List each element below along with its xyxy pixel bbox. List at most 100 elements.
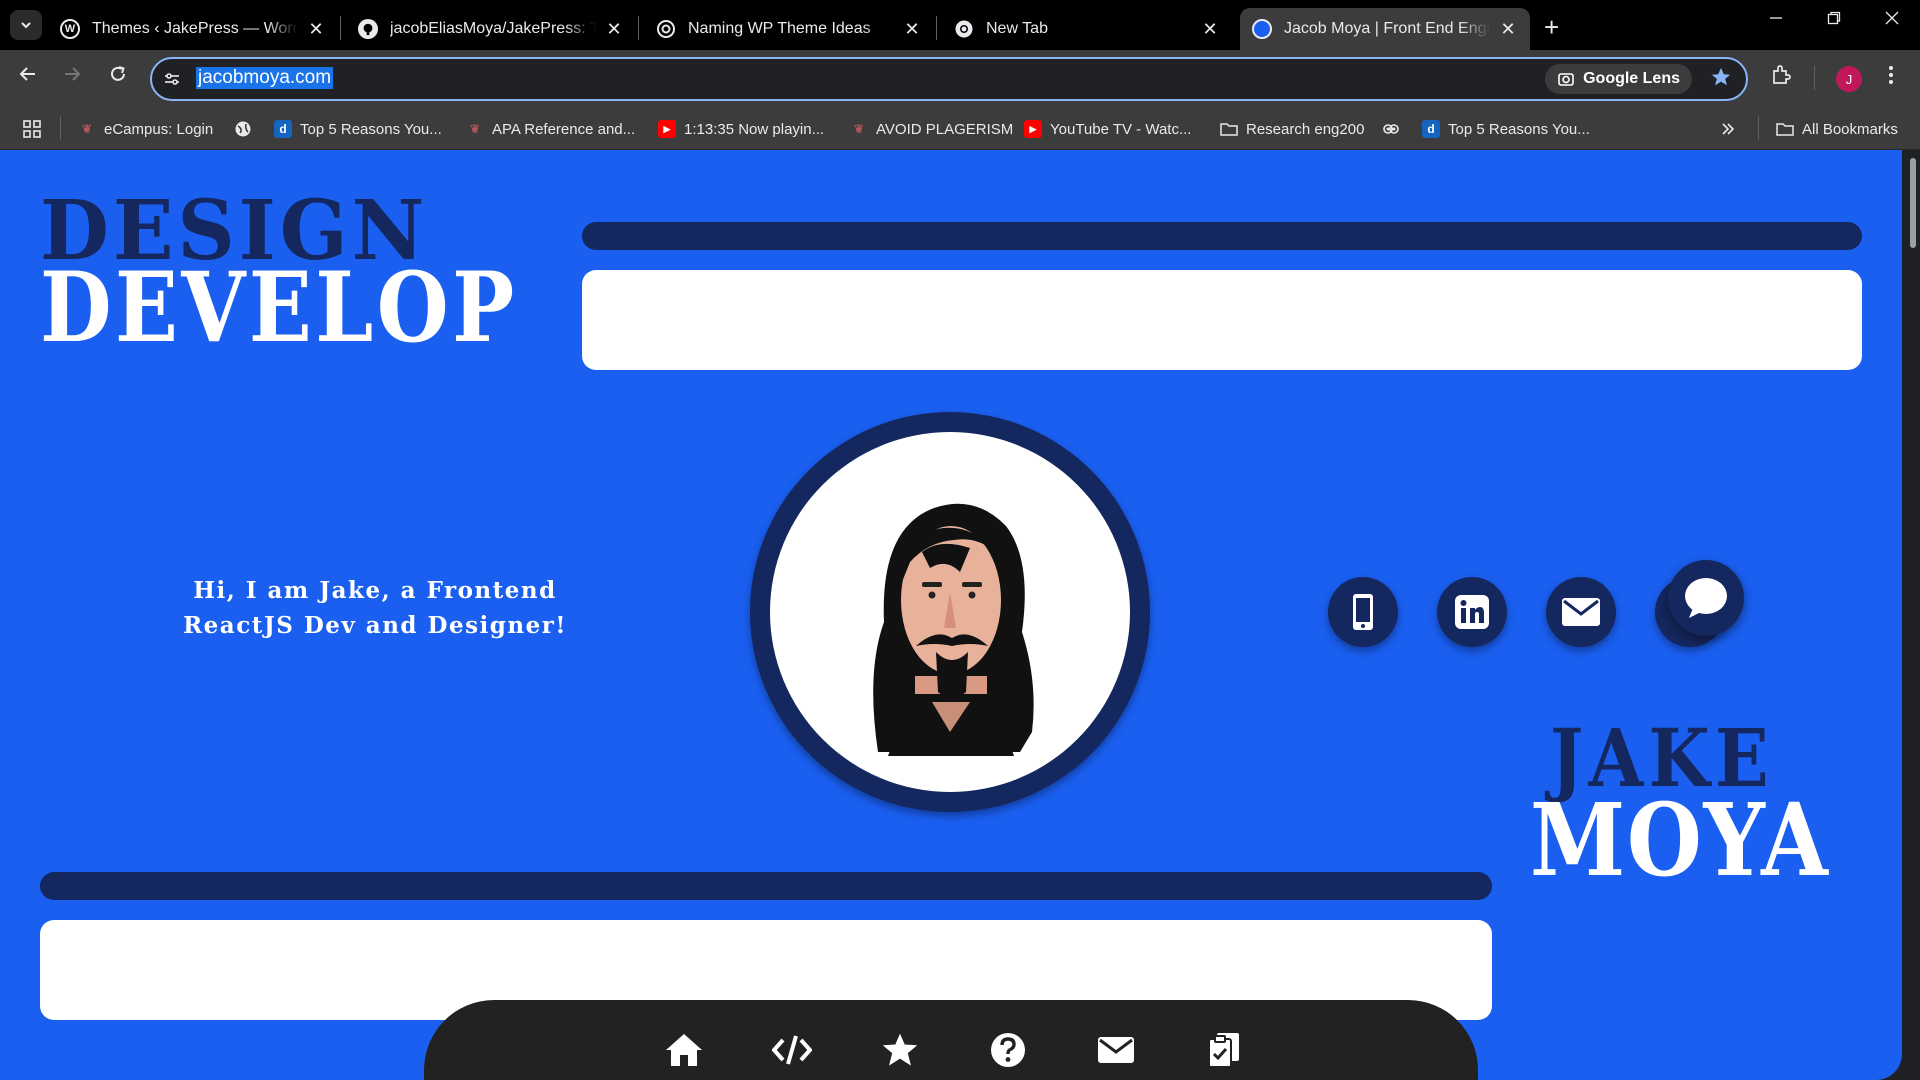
bottom-nav-dock: [424, 1000, 1478, 1080]
github-icon: [358, 19, 378, 39]
restore-button[interactable]: [1826, 10, 1842, 31]
home-icon: [666, 1034, 702, 1066]
mail-icon: [1098, 1037, 1134, 1063]
bookmark-label: Top 5 Reasons You...: [1448, 120, 1590, 138]
bookmark-now-playing[interactable]: ▶ 1:13:35 Now playin...: [658, 116, 824, 142]
close-tab-icon[interactable]: ✕: [1200, 19, 1220, 40]
nav-star-button[interactable]: [878, 1028, 922, 1072]
globe-icon: [234, 120, 252, 138]
page-viewport: DESIGN DEVELOP Hi, I am Jake, a Frontend…: [0, 150, 1920, 1080]
bookmark-apa-reference[interactable]: ❦ APA Reference and...: [466, 116, 635, 142]
intro-text: Hi, I am Jake, a Frontend ReactJS Dev an…: [183, 577, 567, 639]
chrome-icon: [954, 19, 974, 39]
site-info-icon[interactable]: [162, 69, 182, 89]
close-window-button[interactable]: [1884, 10, 1900, 31]
wordpress-icon: W: [60, 19, 80, 39]
clipboard-check-icon: [1208, 1033, 1239, 1068]
ecampus-icon: ❦: [469, 122, 481, 136]
bookmark-top5-reasons[interactable]: d Top 5 Reasons You...: [274, 116, 442, 142]
openai-icon: [656, 19, 676, 39]
bookmark-ecampus-login[interactable]: ❦ eCampus: Login: [78, 116, 213, 142]
ecampus-icon: ❦: [853, 122, 865, 136]
bookmark-separator: [60, 116, 61, 140]
close-tab-icon[interactable]: ✕: [306, 19, 326, 40]
google-lens-button[interactable]: Google Lens: [1545, 64, 1692, 94]
chevron-down-icon: [21, 22, 31, 29]
tab-title: jacobEliasMoya/JakePress: The theme: [390, 20, 596, 37]
arrow-right-icon: [65, 67, 81, 81]
google-lens-label: Google Lens: [1583, 70, 1680, 87]
tab-separator: [936, 16, 937, 40]
kebab-menu-icon[interactable]: [1888, 64, 1894, 92]
profile-avatar[interactable]: J: [1836, 66, 1862, 92]
nav-code-button[interactable]: [770, 1028, 814, 1072]
site-icon: [1252, 19, 1272, 39]
bookmark-label: Top 5 Reasons You...: [300, 120, 442, 138]
tab-search-button[interactable]: [10, 10, 42, 40]
close-icon: [1885, 11, 1899, 25]
tab-title: Naming WP Theme Ideas: [688, 20, 871, 37]
tab-separator: [638, 16, 639, 40]
bookmark-label: All Bookmarks: [1802, 120, 1898, 138]
youtube-icon: ▶: [1024, 120, 1042, 138]
tab-github[interactable]: jacobEliasMoya/JakePress: The theme ✕: [346, 8, 636, 50]
new-tab-button[interactable]: +: [1544, 12, 1559, 43]
nav-resume-button[interactable]: [1202, 1028, 1246, 1072]
browser-toolbar: jacobmoya.com Google Lens J: [0, 50, 1920, 108]
bookmark-globe[interactable]: [234, 116, 252, 142]
avatar-frame: [770, 432, 1130, 792]
nav-home-button[interactable]: [662, 1028, 706, 1072]
bookmark-youtube-tv[interactable]: ▶ YouTube TV - Watc...: [1024, 116, 1191, 142]
tab-new-tab[interactable]: New Tab ✕: [942, 8, 1232, 50]
phone-icon: [1353, 594, 1373, 630]
reload-icon: [111, 66, 125, 81]
bookmark-label: Research eng200: [1246, 120, 1365, 138]
url-text[interactable]: jacobmoya.com: [196, 67, 334, 89]
camera-lens-icon: [1558, 73, 1574, 86]
forward-button[interactable]: [58, 64, 86, 90]
more-bookmarks-button[interactable]: [1720, 116, 1736, 142]
tab-jacob-moya[interactable]: Jacob Moya | Front End Engineer ✕: [1240, 8, 1530, 50]
email-icon: [1562, 598, 1600, 626]
all-bookmarks-button[interactable]: All Bookmarks: [1776, 116, 1898, 142]
close-tab-icon[interactable]: ✕: [902, 19, 922, 40]
top-white-card: [582, 270, 1862, 370]
d-icon: d: [1422, 120, 1440, 138]
extensions-icon[interactable]: [1770, 64, 1792, 92]
page-scrollbar[interactable]: [1910, 158, 1916, 248]
tab-naming-ideas[interactable]: Naming WP Theme Ideas ✕: [644, 8, 934, 50]
apps-button[interactable]: [22, 116, 42, 142]
portfolio-page: DESIGN DEVELOP Hi, I am Jake, a Frontend…: [0, 150, 1902, 1080]
close-tab-icon[interactable]: ✕: [604, 19, 624, 40]
chat-button[interactable]: [1668, 560, 1744, 636]
close-tab-icon[interactable]: ✕: [1498, 19, 1518, 40]
nav-help-button[interactable]: [986, 1028, 1030, 1072]
email-button[interactable]: [1546, 577, 1616, 647]
tab-title: Themes ‹ JakePress — WordPress: [92, 20, 298, 37]
bookmark-star-icon[interactable]: [1710, 66, 1732, 94]
folder-icon: [1220, 120, 1238, 138]
address-bar[interactable]: jacobmoya.com Google Lens: [150, 57, 1748, 101]
avatar: [750, 412, 1150, 812]
minimize-button[interactable]: [1768, 10, 1784, 31]
owl-icon: [1382, 120, 1400, 138]
code-icon: [772, 1035, 812, 1065]
tab-title: New Tab: [986, 20, 1048, 37]
arrow-left-icon: [19, 67, 35, 81]
bookmark-label: 1:13:35 Now playin...: [684, 120, 825, 138]
bookmark-label: AVOID PLAGERISM: [876, 120, 1014, 138]
reload-button[interactable]: [104, 64, 132, 90]
minimize-icon: [1770, 17, 1782, 19]
phone-button[interactable]: [1328, 577, 1398, 647]
tab-wordpress-themes[interactable]: W Themes ‹ JakePress — WordPress ✕: [48, 8, 338, 50]
bookmark-folder-research[interactable]: Research eng200: [1220, 116, 1364, 142]
linkedin-button[interactable]: [1437, 577, 1507, 647]
bookmark-avoid-plagerism[interactable]: ❦ AVOID PLAGERISM: [850, 116, 1013, 142]
nav-mail-button[interactable]: [1094, 1028, 1138, 1072]
ecampus-icon: ❦: [81, 122, 93, 136]
bookmark-owl[interactable]: [1382, 116, 1400, 142]
back-button[interactable]: [14, 64, 42, 90]
chat-bubble-icon: [1685, 578, 1727, 618]
bookmark-top5-reasons-2[interactable]: d Top 5 Reasons You...: [1422, 116, 1590, 142]
avatar-illustration: [873, 503, 1034, 756]
